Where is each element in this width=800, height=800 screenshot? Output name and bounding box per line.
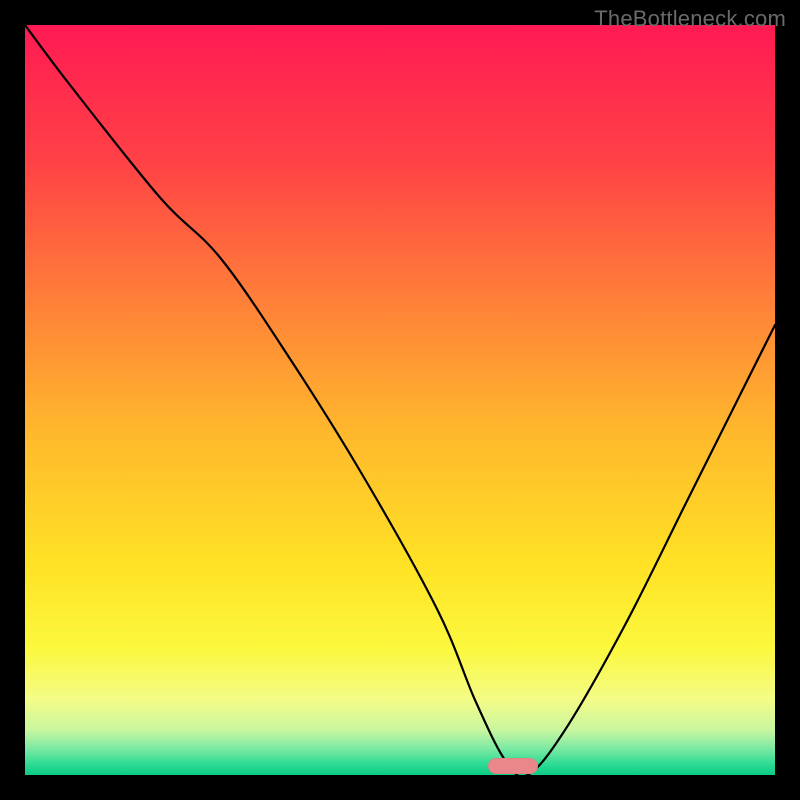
watermark-text: TheBottleneck.com: [594, 6, 786, 32]
optimal-marker: [488, 758, 538, 774]
chart-frame: TheBottleneck.com: [0, 0, 800, 800]
curve-path: [25, 25, 775, 775]
bottleneck-curve: [25, 25, 775, 775]
plot-area: [25, 25, 775, 775]
